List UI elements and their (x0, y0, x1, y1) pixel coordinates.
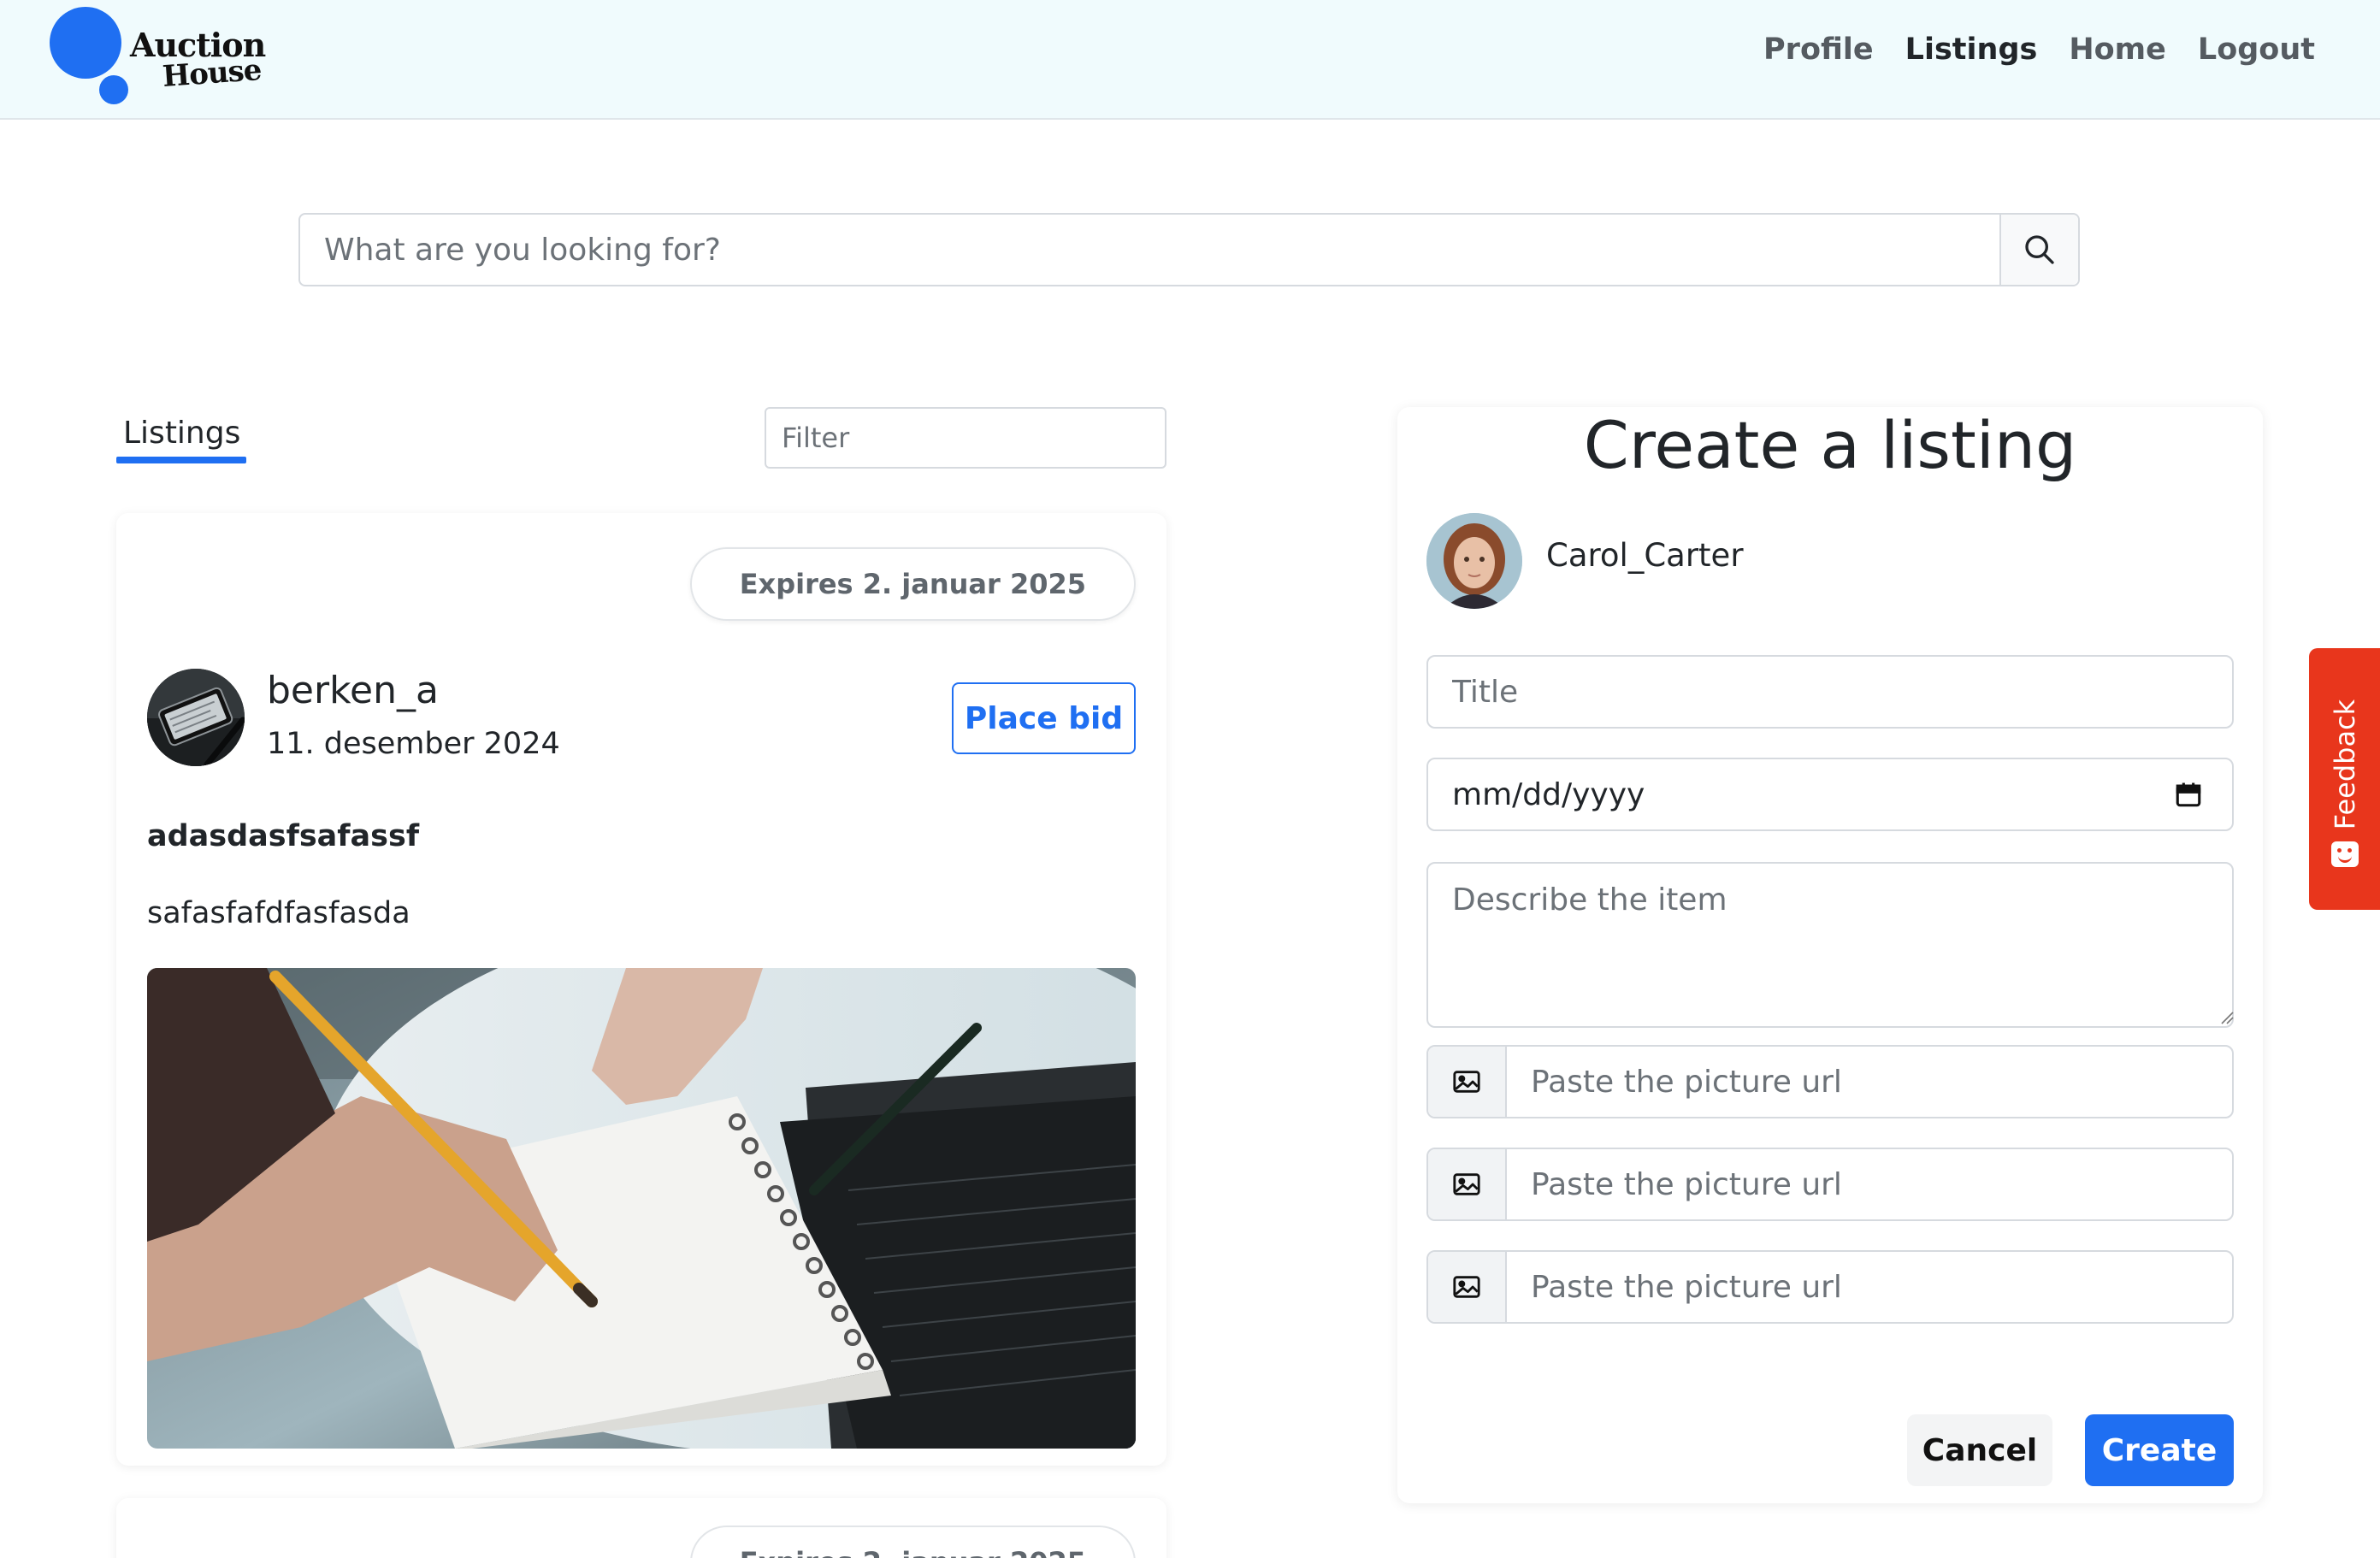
listing-description: safasfafdfasfasda (147, 896, 410, 930)
logo-text-line2: House (161, 53, 263, 94)
create-listing-heading: Create a listing (1583, 407, 2077, 483)
filter-input[interactable] (765, 407, 1166, 469)
tab-active-underline (116, 457, 246, 463)
image-icon (1428, 1252, 1507, 1322)
image-icon (1428, 1149, 1507, 1219)
calendar-icon[interactable] (2174, 780, 2203, 809)
listing-image[interactable] (147, 968, 1136, 1449)
expires-badge: Expires 2. januar 2025 (689, 1526, 1136, 1558)
user-avatar[interactable] (1426, 513, 1522, 609)
smiley-icon (2331, 841, 2359, 867)
listing-card: Expires 2. januar 2025 (116, 1498, 1166, 1558)
nav-link-home[interactable]: Home (2069, 32, 2166, 67)
date-placeholder: mm/dd/yyyy (1452, 776, 1645, 812)
media-url-input-3[interactable] (1507, 1252, 2232, 1322)
end-date-input[interactable]: mm/dd/yyyy (1426, 758, 2234, 831)
tab-listings[interactable]: Listings (116, 409, 246, 463)
nav-link-logout[interactable]: Logout (2198, 32, 2315, 67)
listing-title: adasdasfsafassf (147, 819, 420, 853)
media-url-row-3 (1426, 1250, 2234, 1324)
description-textarea[interactable] (1426, 862, 2234, 1028)
create-listing-panel: Create a listing Carol_Carter mm/dd/yyyy (1397, 407, 2263, 1503)
logo-small-dot (99, 75, 128, 104)
listing-card: Expires 2. januar 2025 berken_a 11. dese… (116, 513, 1166, 1466)
feedback-tab[interactable]: Feedback (2309, 648, 2380, 910)
search-bar (298, 213, 2080, 286)
seller-avatar[interactable] (147, 669, 245, 766)
nav-link-profile[interactable]: Profile (1763, 32, 1874, 67)
tab-listings-label: Listings (123, 416, 241, 451)
seller-avatar-image (147, 669, 245, 766)
search-input[interactable] (300, 215, 1999, 285)
user-name: Carol_Carter (1546, 537, 1744, 574)
media-url-row-1 (1426, 1045, 2234, 1118)
seller-name[interactable]: berken_a (267, 669, 439, 712)
search-icon (2025, 235, 2054, 264)
listing-date: 11. desember 2024 (267, 727, 560, 761)
nav-link-listings[interactable]: Listings (1905, 32, 2038, 67)
create-button[interactable]: Create (2085, 1414, 2234, 1486)
place-bid-button[interactable]: Place bid (952, 682, 1136, 754)
media-url-input-2[interactable] (1507, 1149, 2232, 1219)
resize-grip-icon[interactable] (2220, 1011, 2234, 1024)
image-icon (1428, 1047, 1507, 1117)
title-input[interactable] (1426, 655, 2234, 729)
search-button[interactable] (1999, 215, 2078, 285)
feedback-label: Feedback (2328, 699, 2361, 830)
media-url-input-1[interactable] (1507, 1047, 2232, 1117)
expires-badge: Expires 2. januar 2025 (689, 547, 1136, 621)
auction-house-logo[interactable]: Auction House (50, 7, 272, 104)
top-navbar: Auction House Profile Listings Home Logo… (0, 0, 2380, 120)
logo-large-dot (50, 7, 121, 79)
media-url-row-2 (1426, 1148, 2234, 1221)
main-nav: Profile Listings Home Logout (1763, 32, 2315, 67)
cancel-button[interactable]: Cancel (1907, 1414, 2052, 1486)
user-avatar-image (1426, 513, 1522, 609)
listing-photo-notebook-laptop (147, 968, 1136, 1449)
